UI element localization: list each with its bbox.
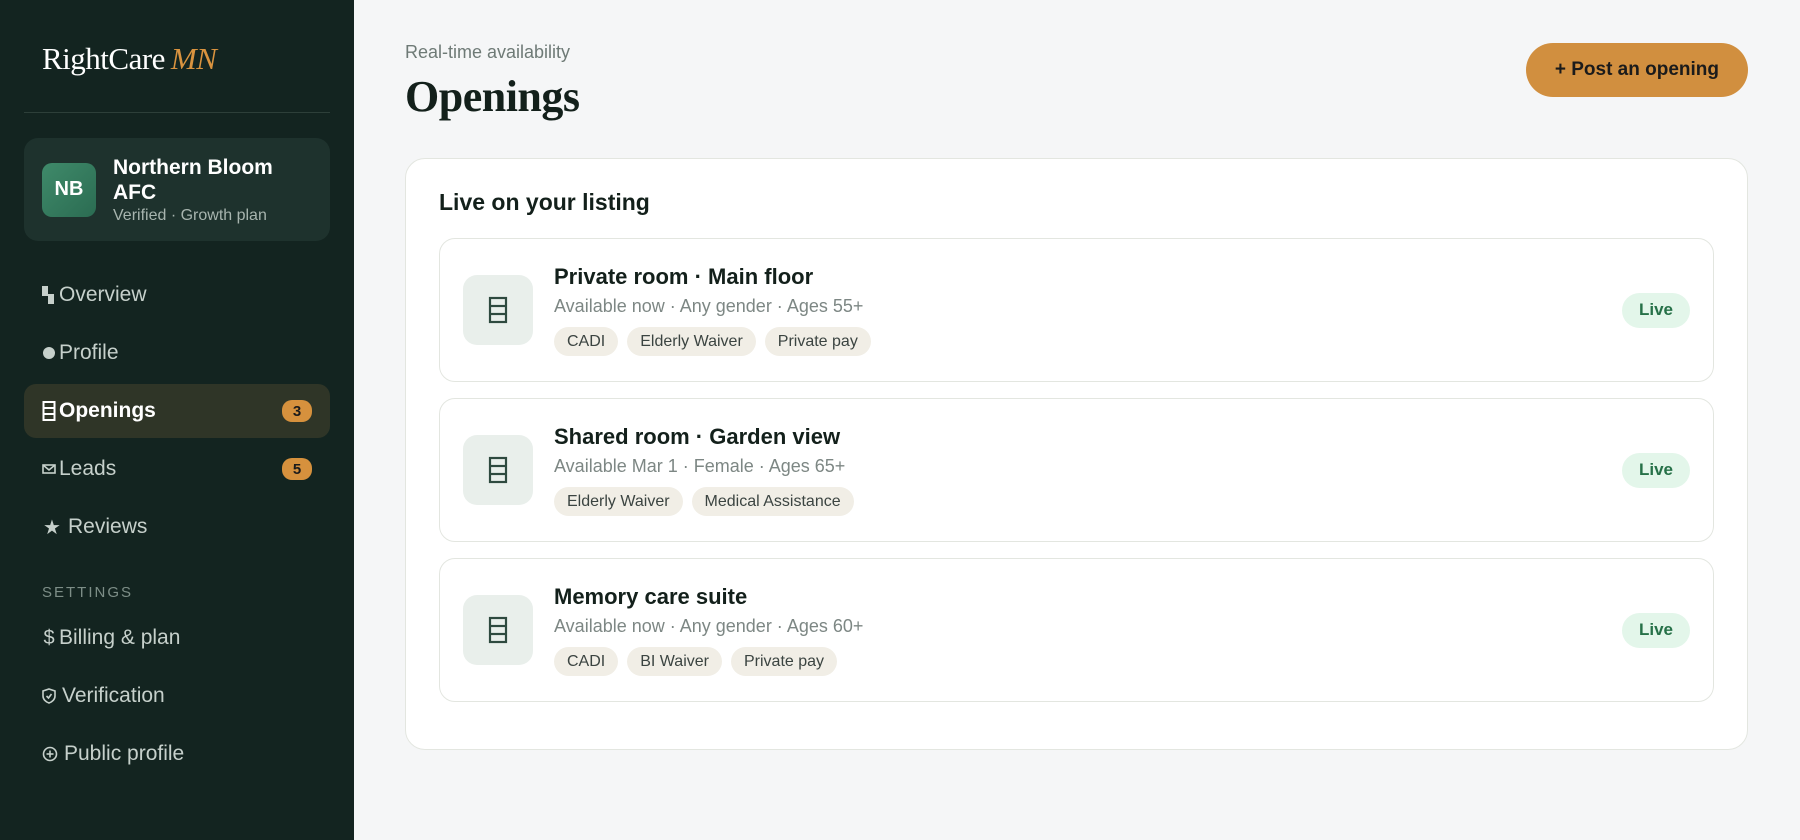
sidebar-item-leads[interactable]: Leads 5: [24, 442, 330, 496]
payment-tag: Elderly Waiver: [627, 327, 756, 356]
opening-card[interactable]: Memory care suite Available now · Any ge…: [439, 558, 1714, 702]
payment-tag: CADI: [554, 647, 619, 676]
org-subtitle: Verified · Growth plan: [113, 206, 267, 224]
mail-icon: [42, 463, 56, 475]
main-content: Real-time availability Openings + Post a…: [354, 0, 1800, 840]
brand-name: RightCare: [42, 41, 165, 76]
sidebar-item-public-profile[interactable]: Public profile: [24, 727, 330, 781]
payment-tag: Elderly Waiver: [554, 487, 683, 516]
payment-tag: CADI: [554, 327, 619, 356]
room-icon: [463, 275, 533, 345]
opening-title: Shared room · Garden view: [554, 424, 841, 449]
opening-tags: CADI Elderly Waiver Private pay: [554, 327, 1622, 356]
page-header: Real-time availability Openings + Post a…: [405, 0, 1748, 158]
opening-card[interactable]: Private room · Main floor Available now …: [439, 238, 1714, 382]
globe-icon: [42, 746, 58, 762]
opening-meta: Available now · Any gender · Ages 55+: [554, 296, 864, 316]
profile-icon: [42, 346, 56, 360]
payment-tag: BI Waiver: [627, 647, 722, 676]
panel-title: Live on your listing: [439, 189, 650, 215]
page-eyebrow: Real-time availability: [405, 42, 571, 62]
room-icon: [463, 595, 533, 665]
opening-details: Shared room · Garden view Available Mar …: [554, 424, 1622, 516]
org-name: Northern Bloom AFC: [113, 155, 273, 204]
building-icon: [42, 401, 56, 421]
opening-details: Memory care suite Available now · Any ge…: [554, 584, 1622, 676]
count-badge: 3: [282, 400, 312, 422]
count-badge: 5: [282, 458, 312, 480]
sidebar-item-verification[interactable]: Verification: [24, 669, 330, 723]
status-badge: Live: [1621, 292, 1690, 328]
sidebar-item-billing[interactable]: $ Billing & plan: [24, 611, 330, 665]
org-card[interactable]: NB Northern Bloom AFC Verified · Growth …: [24, 138, 330, 241]
payment-tag: Medical Assistance: [691, 487, 854, 516]
sidebar-item-label: Reviews: [68, 515, 148, 538]
org-info: Northern Bloom AFC Verified · Growth pla…: [113, 155, 312, 225]
avatar: NB: [42, 162, 96, 217]
opening-details: Private room · Main floor Available now …: [554, 264, 1622, 356]
dollar-icon: $: [43, 626, 55, 649]
sidebar-item-overview[interactable]: Overview: [24, 268, 330, 322]
sidebar-item-label: Billing & plan: [59, 626, 181, 649]
brand-accent: MN: [170, 41, 217, 76]
star-icon: ★: [43, 516, 61, 539]
page-title: Openings: [405, 72, 580, 121]
settings-section-label: SETTINGS: [42, 584, 134, 601]
chart-icon: [42, 285, 56, 305]
opening-tags: CADI BI Waiver Private pay: [554, 647, 1622, 676]
sidebar-item-openings[interactable]: Openings 3: [24, 384, 330, 438]
opening-meta: Available Mar 1 · Female · Ages 65+: [554, 456, 846, 476]
opening-title: Private room · Main floor: [554, 264, 814, 289]
post-opening-button[interactable]: + Post an opening: [1525, 43, 1748, 97]
opening-card[interactable]: Shared room · Garden view Available Mar …: [439, 398, 1714, 542]
sidebar-item-label: Verification: [62, 684, 165, 707]
sidebar-nav: Overview Profile Openings 3 Leads 5 ★ Re…: [24, 268, 330, 781]
opening-tags: Elderly Waiver Medical Assistance: [554, 487, 1622, 516]
sidebar-item-label: Overview: [59, 283, 147, 306]
sidebar-item-reviews[interactable]: ★ Reviews: [24, 500, 330, 554]
status-badge: Live: [1621, 612, 1690, 648]
openings-panel: Live on your listing Private room · Main…: [405, 158, 1748, 750]
sidebar-item-profile[interactable]: Profile: [24, 326, 330, 380]
status-badge: Live: [1621, 452, 1690, 488]
sidebar-item-label: Openings: [59, 399, 156, 422]
room-icon: [463, 435, 533, 505]
sidebar-item-label: Leads: [59, 457, 117, 480]
payment-tag: Private pay: [730, 647, 838, 676]
brand-logo[interactable]: RightCare MN: [24, 0, 330, 113]
opening-title: Memory care suite: [554, 584, 748, 609]
opening-meta: Available now · Any gender · Ages 60+: [554, 616, 864, 636]
payment-tag: Private pay: [764, 327, 871, 356]
sidebar: RightCare MN NB Northern Bloom AFC Verifi…: [0, 0, 354, 840]
sidebar-item-label: Public profile: [64, 742, 185, 765]
sidebar-item-label: Profile: [59, 341, 119, 364]
shield-icon: [42, 688, 56, 704]
